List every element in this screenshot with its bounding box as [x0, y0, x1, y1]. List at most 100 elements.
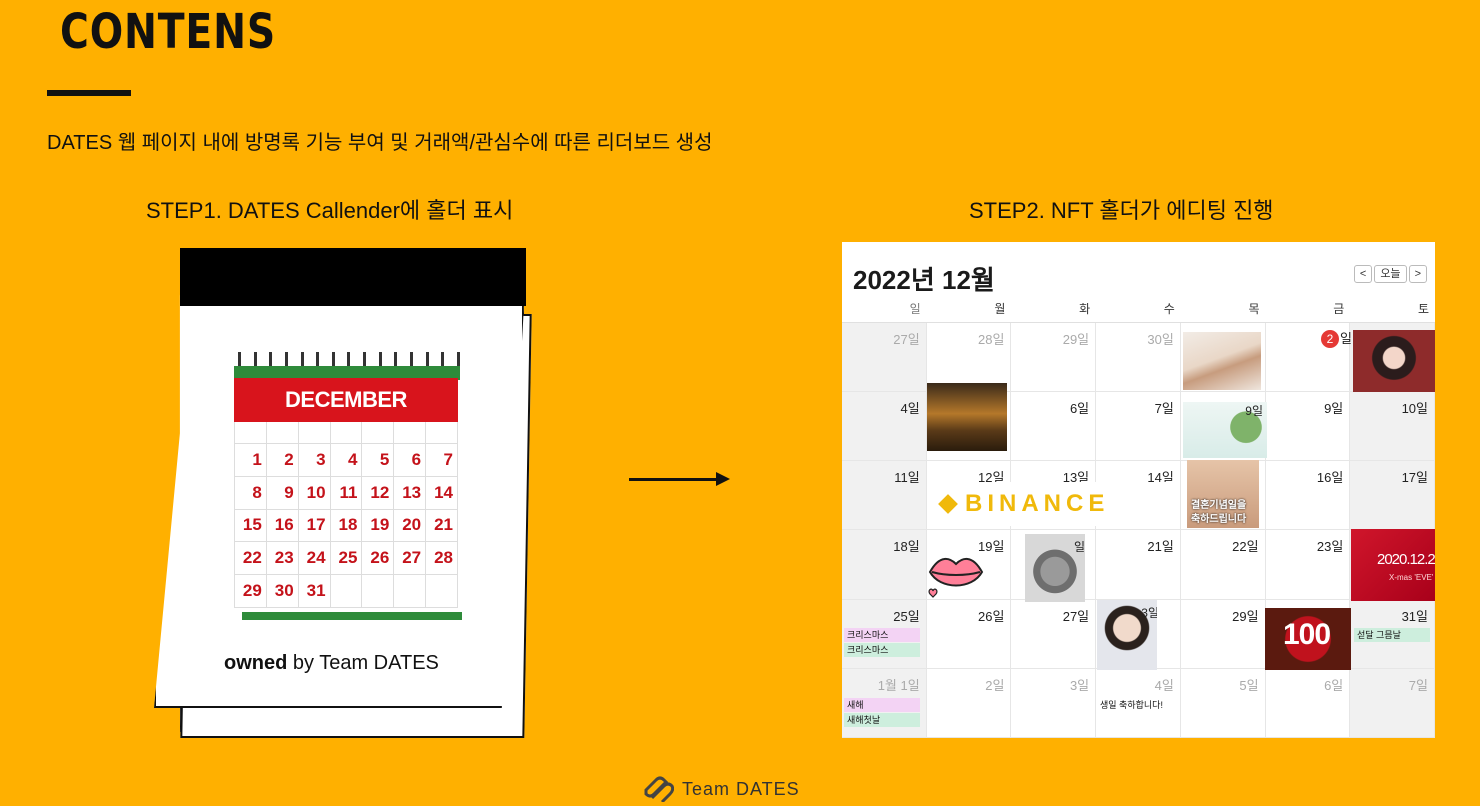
calendar-bottom-strip	[242, 612, 462, 620]
weekday-label: 수	[1163, 302, 1175, 316]
calendar-day-cell[interactable]: 10일	[1350, 392, 1435, 462]
calendar-day-cell: 21	[426, 509, 458, 543]
event-birthday[interactable]: 생일 축하합니다!	[1098, 698, 1178, 712]
day-number: 9일	[1324, 401, 1344, 417]
baby-photo	[1183, 332, 1261, 390]
event-christmas-2[interactable]: 크리스마스	[844, 643, 920, 657]
calendar-day-cell: 27	[394, 542, 427, 576]
calendar-day-cell: 30	[266, 575, 299, 608]
calendar-day-cell: 5	[362, 444, 395, 477]
calendar-day-cell: 14	[426, 476, 458, 510]
binance-logo-banner: BINANCE	[927, 482, 1173, 526]
day-number: 7일	[1154, 401, 1174, 417]
calendar-day-cell: 6	[394, 444, 427, 477]
kitten-partial-date: 일	[1073, 540, 1085, 554]
footer-brand: Team DATES	[642, 776, 800, 802]
arrow-line	[629, 478, 721, 481]
calendar-day-cell: 22	[235, 542, 267, 576]
day-number: 5일	[1239, 677, 1259, 693]
calendar-day-cell: 13	[394, 476, 427, 510]
calendar-day-cell[interactable]: 17일	[1350, 461, 1435, 531]
calendar-day-cell: 18	[330, 509, 363, 543]
calendar-day-cell[interactable]: 29일	[1180, 599, 1266, 669]
day-number: 1월 1일	[877, 677, 920, 693]
calendar-day-cell: 9	[266, 476, 299, 510]
day-number: 23일	[1316, 539, 1344, 555]
drawing-photo: 9일	[1183, 402, 1267, 458]
calendar-weekday-cell	[235, 422, 267, 444]
calendar-day-cell[interactable]: 7일	[1096, 392, 1181, 462]
calendar-weekday-cell	[298, 422, 331, 444]
calendar-day-cell: 12	[362, 476, 395, 510]
event-seoldal[interactable]: 섣달 그믐날	[1354, 628, 1430, 642]
binance-text: BINANCE	[965, 490, 1110, 517]
day-number: 2일	[985, 677, 1005, 693]
wedding-text-1: 결혼기념일을	[1191, 500, 1247, 511]
calendar-day-cell: 24	[298, 542, 331, 576]
calendar-day-cell[interactable]: 30일	[1096, 323, 1181, 393]
calendar-day-cell: 17	[298, 509, 331, 543]
calendar-day-cell[interactable]: 27일	[842, 323, 927, 393]
prev-month-button[interactable]: <	[1353, 265, 1373, 283]
calendar-day-cell: 28	[426, 542, 458, 576]
calendar-day-cell[interactable]: 2일	[926, 668, 1012, 738]
day-number: 29일	[1232, 608, 1259, 624]
calendar-day-cell[interactable]: 7일	[1350, 668, 1435, 738]
calendar-day-cell[interactable]: 3일	[1011, 668, 1097, 738]
weekday-label: 일	[909, 302, 921, 316]
calendar-day-cell: 11	[330, 476, 363, 510]
day-number: 22일	[1232, 539, 1259, 555]
event-newyear-1[interactable]: 새해	[844, 698, 920, 712]
calendar-day-cell: 20	[394, 509, 427, 543]
drawing-partial-date: 9일	[1245, 404, 1263, 418]
calendar-day-cell[interactable]: 18일	[842, 530, 927, 600]
calendar-day-cell[interactable]: 23일	[1265, 530, 1351, 600]
day-number: 6일	[1324, 677, 1344, 693]
calendar-day-cell[interactable]: 21일	[1096, 530, 1181, 600]
owned-word: owned	[224, 652, 288, 674]
calendar-day-cell[interactable]: 22일	[1180, 530, 1266, 600]
weekday-label: 화	[1079, 302, 1091, 316]
calendar-day-cell[interactable]: 27일	[1011, 599, 1097, 669]
calendar-day-cell[interactable]: 26일	[926, 599, 1012, 669]
calendar-weekday-cell	[426, 422, 458, 444]
calendar-day-cell: 25	[330, 542, 363, 576]
calendar-month-label: DECEMBER	[234, 378, 458, 422]
calendar-weekday-cell	[394, 422, 427, 444]
calendar-day-cell[interactable]: 5일	[1180, 668, 1266, 738]
day-number: 21일	[1147, 539, 1174, 555]
calendar-month-title: 2022년 12월	[853, 265, 995, 295]
event-christmas-1[interactable]: 크리스마스	[844, 628, 920, 642]
calendar-day-cell[interactable]: 9일	[1265, 392, 1351, 462]
calendar-empty-cell	[394, 575, 427, 608]
calendar-day-cell[interactable]: 6일	[1265, 668, 1351, 738]
portrait-photo-man: 3일	[1097, 600, 1157, 670]
calendar-weekday-cell	[330, 422, 363, 444]
day-number: 3일	[1069, 677, 1090, 693]
day-number: 16일	[1316, 470, 1344, 486]
calendar-day-cell[interactable]: 11일	[842, 461, 927, 531]
xmas-date-text: 2020.12.24	[1377, 551, 1435, 568]
christmas-card-image: 2020.12.24 X-mas 'EVE'	[1351, 529, 1435, 601]
calendar-weekday-cell	[266, 422, 299, 444]
calendar-day-cell[interactable]: 28일	[926, 323, 1012, 393]
event-newyear-2[interactable]: 새해첫날	[844, 713, 920, 727]
next-month-button[interactable]: >	[1408, 265, 1427, 283]
owned-rest: by Team DATES	[287, 652, 439, 674]
calendar-day-cell: 2	[266, 444, 299, 477]
calendar-nav: < 오늘 >	[1353, 265, 1427, 283]
calendar-day-cell[interactable]: 6일	[1011, 392, 1097, 462]
today-button[interactable]: 오늘	[1374, 265, 1407, 283]
day-number: 6일	[1069, 401, 1090, 417]
team-dates-logo-icon	[644, 776, 674, 802]
calendar-day-cell[interactable]: 16일	[1265, 461, 1351, 531]
rose-heart-photo: 100	[1265, 608, 1351, 670]
calendar-weekday-cell	[362, 422, 395, 444]
title-underline	[47, 90, 131, 96]
calendar-day-cell[interactable]: 4일	[842, 392, 927, 462]
day-number: 30일	[1147, 332, 1174, 347]
calendar-day-cell[interactable]: 29일	[1011, 323, 1097, 393]
calendar-day-cell: 15	[235, 509, 267, 543]
binance-diamond-icon	[938, 494, 958, 514]
calendar-day-cell: 26	[362, 542, 395, 576]
